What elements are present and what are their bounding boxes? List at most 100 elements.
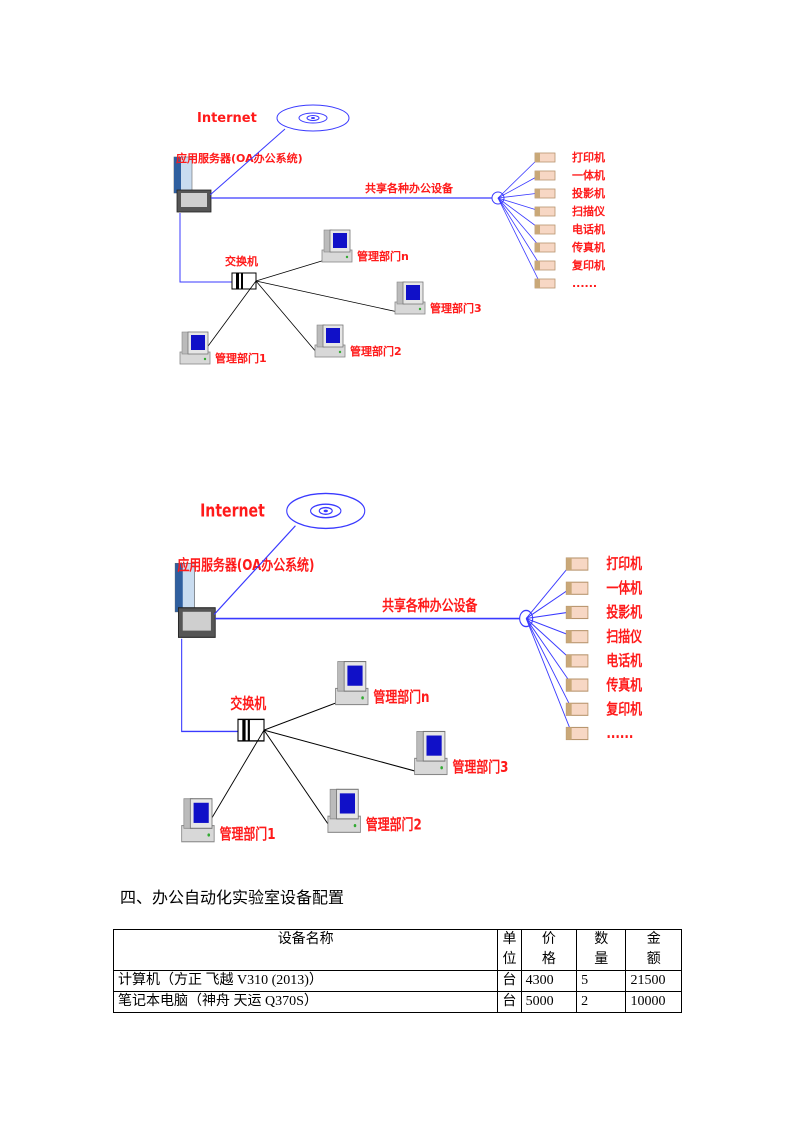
device-item: ...... (534, 277, 597, 290)
pc-screen (339, 793, 355, 814)
department-link (202, 729, 265, 833)
device-link (497, 156, 541, 199)
header-qty: 数量 (576, 929, 627, 971)
switch-body (231, 272, 257, 290)
internet-core (323, 509, 328, 513)
table-row: 笔记本电脑（神舟 天运 Q370S） 台 5000 2 10000 (112, 991, 682, 1013)
department-pc-icon (181, 798, 215, 843)
server-label: 应用服务器(OA办公系统) (176, 151, 303, 165)
shared-devices-label: 共享各种办公设备 (365, 181, 454, 195)
device-box-side (535, 225, 540, 234)
internet-label: Internet (197, 111, 257, 126)
cell-price: 4300 (520, 970, 578, 992)
device-box-side (566, 679, 572, 692)
device-label: ...... (572, 277, 597, 290)
pc-led (345, 255, 349, 259)
device-box-side (566, 558, 572, 571)
server-label: 应用服务器(OA办公系统) (177, 556, 314, 575)
device-link (497, 174, 541, 199)
department-link (263, 729, 331, 828)
server-icon (173, 156, 212, 213)
device-link (525, 618, 573, 709)
switch-stripe (242, 719, 246, 741)
device-box-side (535, 243, 540, 252)
device-link (526, 611, 572, 620)
device-item: 扫描仪 (565, 627, 643, 646)
device-item: 投影机 (534, 186, 605, 200)
device-box-side (566, 654, 572, 667)
switch-icon (237, 718, 265, 742)
department-pc-icon (314, 324, 346, 358)
internet-cloud-icon (276, 104, 350, 132)
department-label: 管理部门3 (453, 758, 509, 777)
cell-price: 5000 (520, 991, 578, 1013)
device-box-side (566, 630, 572, 643)
device-link (525, 618, 573, 734)
cell-qty: 2 (576, 991, 627, 1013)
table-header-row: 设备名称 单位 价格 数量 金额 (112, 929, 682, 971)
device-box-side (535, 153, 540, 162)
device-link (525, 562, 572, 619)
department-label: 管理部门n (357, 249, 409, 263)
device-box-side (566, 606, 572, 619)
device-label: 打印机 (606, 554, 642, 573)
device-link (497, 197, 541, 230)
equipment-table: 设备名称 单位 价格 数量 金额 计算机（方正 飞越 V310 (2013)） … (112, 929, 682, 1013)
shared-devices-label: 共享各种办公设备 (382, 596, 478, 615)
department-link (255, 280, 399, 313)
cell-amount: 21500 (625, 970, 682, 992)
device-label: 打印机 (572, 150, 605, 164)
cell-unit: 台 (497, 970, 522, 992)
header-price: 价格 (520, 929, 578, 971)
device-item: 一体机 (565, 579, 643, 598)
department-label: 管理部门n (373, 688, 429, 707)
pc-screen (347, 665, 363, 686)
pc-screen (406, 285, 420, 300)
department-pc-icon (327, 788, 361, 833)
switch-stripe (236, 273, 239, 289)
internet-core (311, 117, 315, 119)
department-label: 管理部门2 (366, 815, 422, 834)
device-item: 复印机 (534, 258, 605, 272)
department-link (255, 280, 318, 354)
network-diagram-small: Internet 应用服务器(OA办公系统) 共享各种办公设备 打印机一体机投影机扫描… (160, 95, 640, 385)
device-label: ...... (606, 726, 633, 743)
department-pc-icon (414, 730, 448, 776)
device-item: 一体机 (534, 168, 605, 182)
switch-stripe (241, 273, 243, 289)
device-label: 一体机 (606, 579, 642, 598)
header-name: 设备名称 (112, 929, 499, 971)
link-switch (179, 213, 232, 283)
pc-led (338, 350, 342, 354)
device-box-side (566, 703, 572, 716)
department-label: 管理部门2 (350, 344, 402, 358)
device-label: 传真机 (605, 675, 642, 694)
device-link (525, 587, 572, 619)
pc-screen (193, 802, 209, 823)
device-item: 电话机 (534, 222, 605, 236)
diagram-svg: Internet 应用服务器(OA办公系统) 共享各种办公设备 打印机一体机投影机扫描… (174, 492, 643, 843)
device-label: 电话机 (572, 222, 605, 236)
cell-unit: 台 (497, 991, 522, 1013)
device-label: 复印机 (571, 258, 605, 272)
internet-label: Internet (200, 500, 265, 521)
device-item: 打印机 (565, 554, 643, 573)
device-item: ...... (565, 726, 633, 743)
pc-led (207, 833, 211, 837)
pc-led (353, 824, 357, 828)
pc-led (361, 696, 364, 700)
device-item: 传真机 (534, 240, 605, 254)
device-link (497, 197, 541, 212)
switch-body (237, 718, 265, 742)
department-pc-icon (321, 229, 353, 263)
header-amount: 金额 (625, 929, 682, 971)
device-item: 扫描仪 (534, 204, 606, 218)
department-pc-icon (335, 661, 369, 706)
switch-icon (231, 272, 257, 290)
switch-stripe (247, 719, 250, 741)
device-box-side (535, 279, 540, 288)
device-box-side (566, 727, 572, 740)
cell-qty: 5 (576, 970, 627, 992)
diagram-svg: Internet 应用服务器(OA办公系统) 共享各种办公设备 打印机一体机投影机扫描… (173, 104, 606, 365)
cell-amount: 10000 (625, 991, 682, 1013)
